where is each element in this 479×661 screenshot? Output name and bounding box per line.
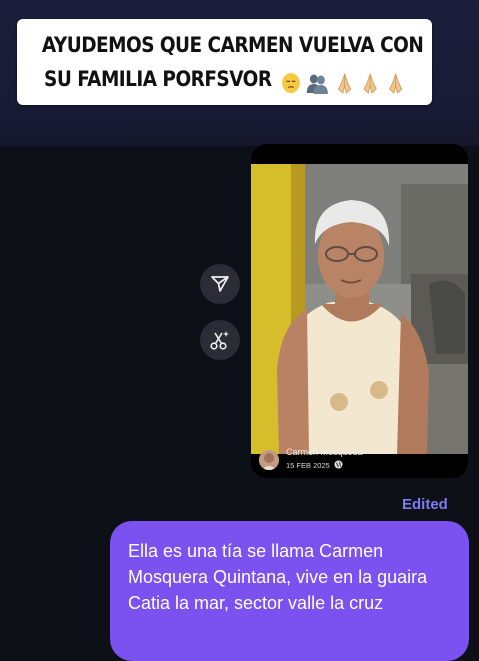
story-caption: AYUDEMOS QUE CARMEN VUELVA CON SU FAMILI…	[17, 19, 432, 105]
scissors-sparkle-icon	[210, 331, 229, 350]
folded-hands-icon	[363, 72, 377, 94]
caption-line-2: SU FAMILIA PORFSVOR	[42, 67, 407, 94]
folded-hands-icon	[388, 72, 402, 94]
send-icon	[211, 276, 229, 292]
post-photo[interactable]	[251, 164, 468, 454]
busts-in-silhouette-icon	[307, 74, 329, 94]
message-text: Ella es una tía se llama Carmen Mosquera…	[128, 541, 428, 613]
caption-emojis	[281, 70, 405, 94]
caption-line-2-text: SU FAMILIA PORFSVOR	[44, 67, 272, 91]
author-avatar[interactable]	[259, 450, 279, 470]
post-date: 15 FEB 2025	[286, 461, 330, 470]
share-button[interactable]	[200, 264, 240, 304]
edited-label: Edited	[402, 496, 448, 513]
caption-line-1: AYUDEMOS QUE CARMEN VUELVA CON	[41, 33, 424, 57]
cut-sticker-button[interactable]	[200, 320, 240, 360]
globe-icon	[334, 460, 343, 469]
folded-hands-icon	[338, 72, 352, 94]
shared-post-card[interactable]	[251, 144, 468, 478]
pensive-face-icon	[281, 73, 300, 93]
post-author-name[interactable]: Carmen Mosqueda	[286, 447, 363, 457]
